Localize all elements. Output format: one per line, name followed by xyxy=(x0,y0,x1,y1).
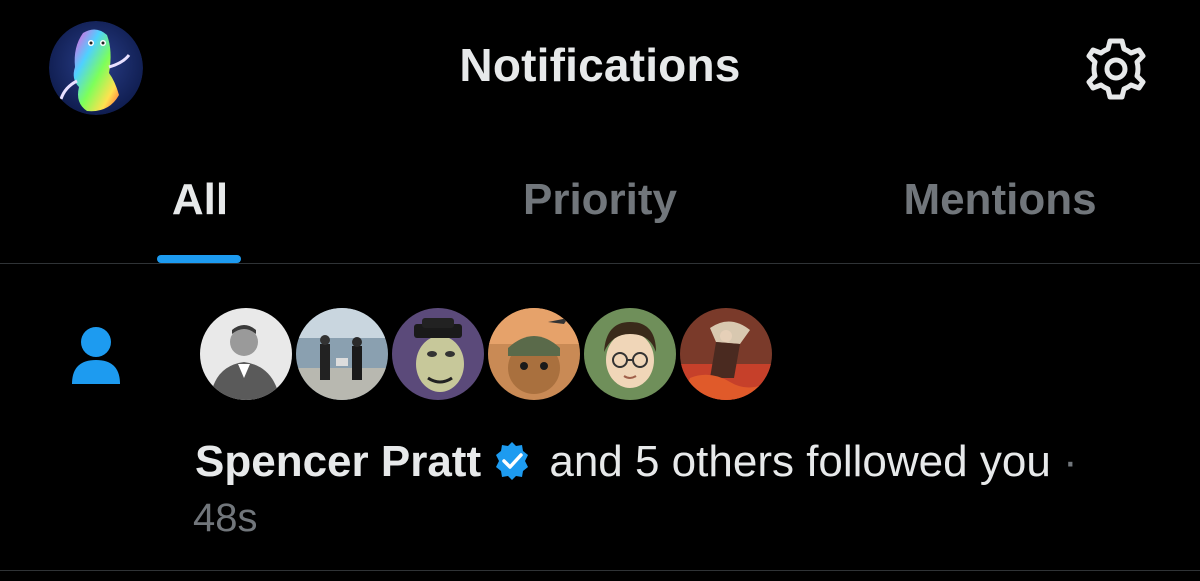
tab-mentions-label: Mentions xyxy=(903,175,1097,224)
tab-priority-label: Priority xyxy=(522,175,678,224)
tab-priority[interactable]: Priority xyxy=(400,150,800,264)
tab-mentions[interactable]: Mentions xyxy=(800,150,1200,264)
follower-avatars xyxy=(196,304,796,404)
active-tab-indicator xyxy=(157,255,241,263)
verified-badge-icon xyxy=(491,440,533,482)
notification-text: Spencer Pratt and 5 others followed you … xyxy=(195,436,1175,488)
avatar-boy-with-glasses-icon xyxy=(584,308,676,400)
follower-avatar-5[interactable] xyxy=(580,304,680,404)
tab-all[interactable]: All xyxy=(0,150,400,264)
person-icon xyxy=(68,324,124,386)
action-text: and 5 others followed you xyxy=(549,437,1051,486)
follower-avatar-4[interactable] xyxy=(484,304,584,404)
follower-avatar-2[interactable] xyxy=(292,304,392,404)
notification-divider xyxy=(0,570,1200,571)
avatar-cat-pilot-icon xyxy=(488,308,580,400)
settings-button[interactable] xyxy=(1080,33,1152,105)
tab-bar: All Priority Mentions xyxy=(0,150,1200,264)
gear-icon xyxy=(1086,38,1146,100)
avatar-ape-nft-icon xyxy=(392,308,484,400)
avatar-group-photo-icon xyxy=(296,308,388,400)
page-title: Notifications xyxy=(459,39,741,91)
separator-dot: · xyxy=(1063,437,1078,486)
avatar-man-in-suit-icon xyxy=(200,308,292,400)
follower-avatar-6[interactable] xyxy=(676,304,776,404)
notifications-page: Notifications All Priority Mentions Spen… xyxy=(0,0,1200,581)
avatar-red-painting-icon xyxy=(680,308,772,400)
follower-avatar-1[interactable] xyxy=(196,304,296,404)
actor-name[interactable]: Spencer Pratt xyxy=(195,437,481,486)
header: Notifications xyxy=(0,0,1200,140)
tab-all-label: All xyxy=(171,175,229,224)
follower-avatar-3[interactable] xyxy=(388,304,488,404)
notification-timestamp: 48s xyxy=(193,496,258,540)
notification-item[interactable]: Spencer Pratt and 5 others followed you … xyxy=(0,264,1200,570)
